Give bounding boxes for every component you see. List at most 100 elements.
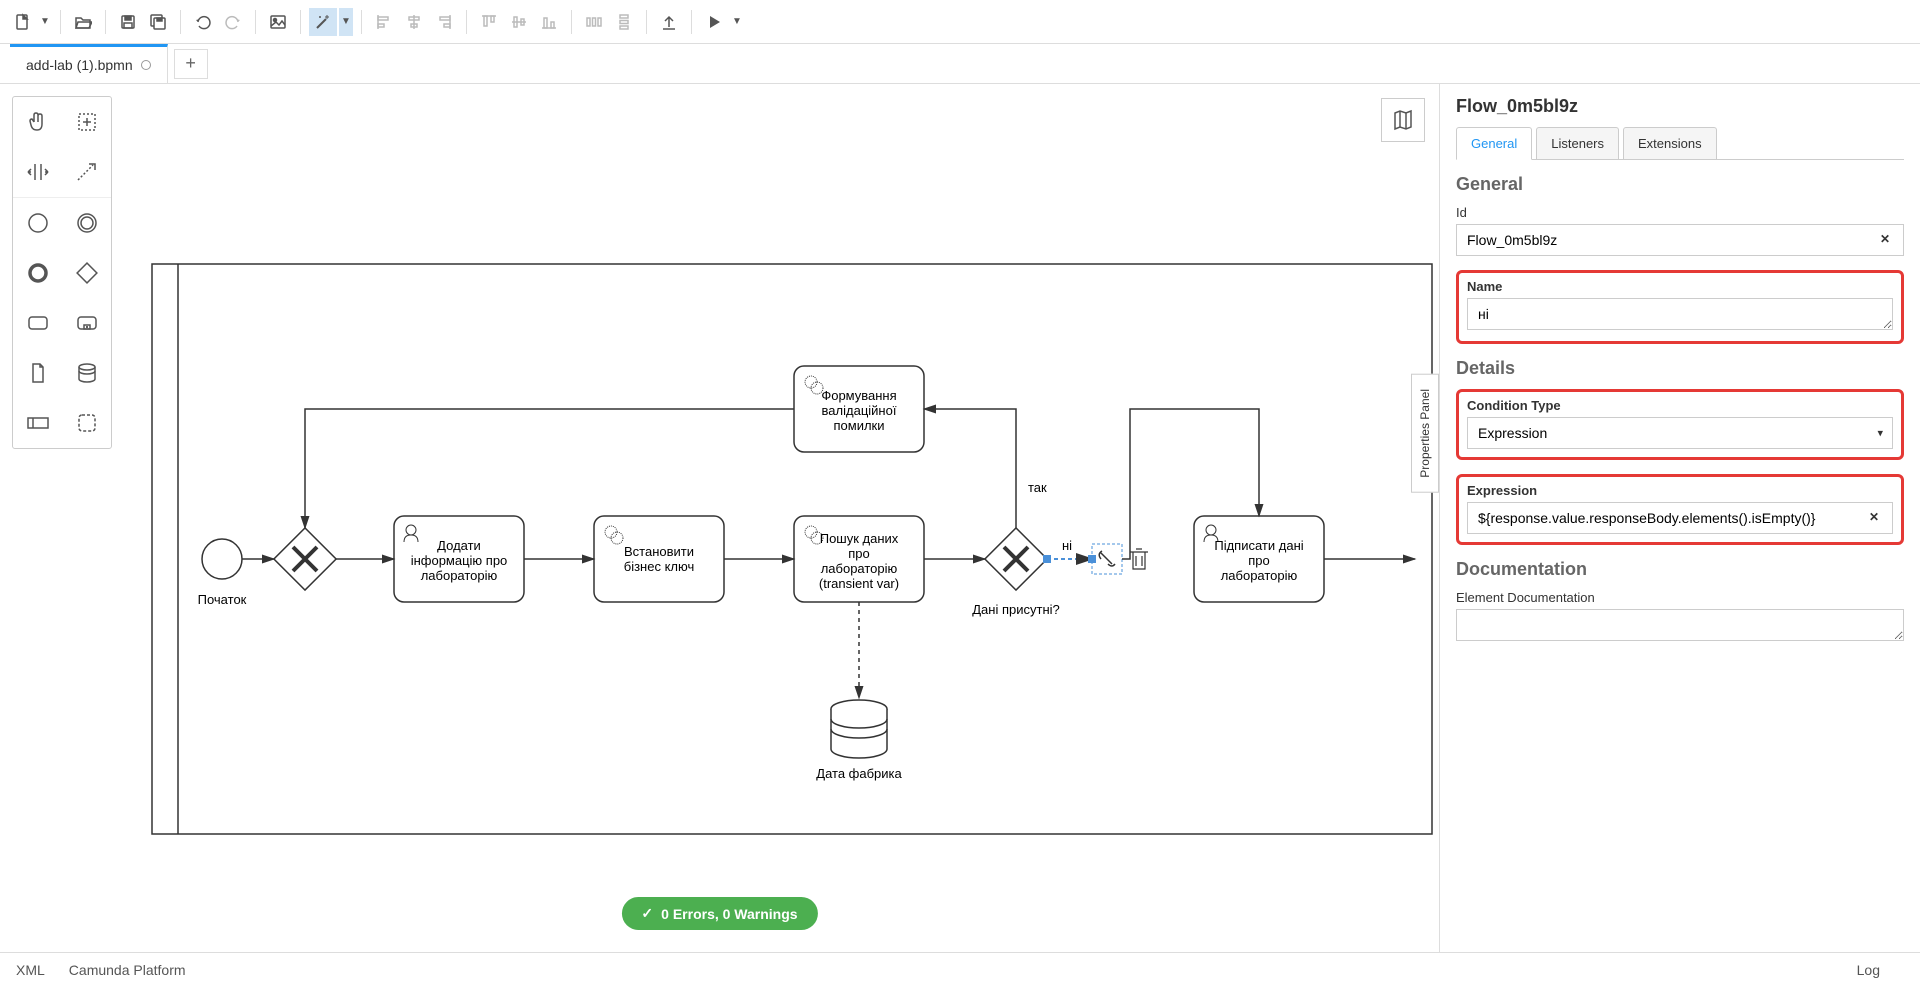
distribute-h-button[interactable]	[580, 8, 608, 36]
tab-listeners[interactable]: Listeners	[1536, 127, 1619, 159]
clear-icon[interactable]: ✕	[1880, 232, 1896, 248]
props-tabs: General Listeners Extensions	[1456, 127, 1904, 160]
separator	[105, 10, 106, 34]
service-task-validation-error[interactable]: Формуваннявалідаційноїпомилки	[794, 366, 924, 452]
element-title: Flow_0m5bl9z	[1456, 96, 1904, 117]
new-file-dropdown[interactable]: ▼	[38, 8, 52, 36]
diagram-canvas[interactable]: Properties Panel Створення лабораторії П…	[0, 84, 1440, 952]
magic-wand-dropdown[interactable]: ▼	[339, 8, 353, 36]
space-tool-icon[interactable]	[13, 147, 62, 197]
file-tabs: add-lab (1).bpmn +	[0, 44, 1920, 84]
user-task-sign-data[interactable]: Підписати даніпролабораторію	[1194, 516, 1324, 602]
svg-text:Пошук данихпролабораторію(tran: Пошук данихпролабораторію(transient var)	[819, 531, 899, 591]
align-right-button[interactable]	[430, 8, 458, 36]
subprocess-icon[interactable]	[62, 298, 111, 348]
tab-general[interactable]: General	[1456, 127, 1532, 160]
redo-button[interactable]	[219, 8, 247, 36]
data-store-label: Дата фабрика	[816, 766, 902, 781]
element-palette	[12, 96, 112, 449]
separator	[466, 10, 467, 34]
condition-type-select[interactable]: Expression	[1467, 417, 1893, 449]
toolbar: ▼ ▼ ▼	[0, 0, 1920, 44]
new-file-button[interactable]	[8, 8, 36, 36]
flow-handle[interactable]	[1088, 555, 1096, 563]
data-store-icon[interactable]	[62, 348, 111, 398]
gateway-icon[interactable]	[62, 248, 111, 298]
play-dropdown[interactable]: ▼	[730, 8, 744, 36]
context-pad[interactable]	[1092, 544, 1148, 574]
platform-label[interactable]: Camunda Platform	[69, 962, 186, 978]
data-object-icon[interactable]	[13, 348, 62, 398]
properties-panel-toggle[interactable]: Properties Panel	[1411, 374, 1439, 493]
tab-label: add-lab (1).bpmn	[26, 57, 133, 73]
flow-no-label: ні	[1062, 538, 1072, 553]
connect-tool-icon[interactable]	[62, 147, 111, 197]
validation-badge[interactable]: ✓ 0 Errors, 0 Warnings	[621, 897, 817, 930]
separator	[646, 10, 647, 34]
lasso-tool-icon[interactable]	[62, 97, 111, 147]
separator	[180, 10, 181, 34]
separator	[571, 10, 572, 34]
image-button[interactable]	[264, 8, 292, 36]
align-center-v-button[interactable]	[505, 8, 533, 36]
flow-yes[interactable]	[924, 409, 1016, 528]
section-details: Details	[1456, 358, 1904, 379]
service-task-business-key[interactable]: Встановитибізнес ключ	[594, 516, 724, 602]
separator	[361, 10, 362, 34]
open-button[interactable]	[69, 8, 97, 36]
properties-panel: Flow_0m5bl9z General Listeners Extension…	[1440, 84, 1920, 952]
bpmn-diagram: Створення лабораторії Початок Додатиінфо…	[0, 84, 1440, 864]
gateway-data-check[interactable]	[985, 528, 1047, 590]
tab-extensions[interactable]: Extensions	[1623, 127, 1717, 159]
expression-input[interactable]	[1467, 502, 1893, 534]
save-button[interactable]	[114, 8, 142, 36]
section-documentation: Documentation	[1456, 559, 1904, 580]
condition-type-label: Condition Type	[1467, 398, 1893, 413]
gateway-merge[interactable]	[274, 528, 336, 590]
id-label: Id	[1456, 205, 1904, 220]
separator	[691, 10, 692, 34]
save-all-button[interactable]	[144, 8, 172, 36]
service-task-search-data[interactable]: Пошук данихпролабораторію(transient var)	[794, 516, 924, 602]
separator	[255, 10, 256, 34]
xml-tab[interactable]: XML	[16, 962, 45, 978]
flow-handle[interactable]	[1043, 555, 1051, 563]
status-bar: XML Camunda Platform Log	[0, 952, 1920, 986]
validation-text: 0 Errors, 0 Warnings	[661, 906, 797, 922]
add-tab-button[interactable]: +	[174, 49, 208, 79]
name-label: Name	[1467, 279, 1893, 294]
start-event-icon[interactable]	[13, 198, 62, 248]
separator	[60, 10, 61, 34]
clear-icon[interactable]: ✕	[1869, 510, 1885, 526]
align-center-h-button[interactable]	[400, 8, 428, 36]
magic-wand-button[interactable]	[309, 8, 337, 36]
separator	[300, 10, 301, 34]
name-input[interactable]: ні	[1467, 298, 1893, 330]
hand-tool-icon[interactable]	[13, 97, 62, 147]
data-store[interactable]	[831, 700, 887, 758]
align-top-button[interactable]	[475, 8, 503, 36]
play-button[interactable]	[700, 8, 728, 36]
unsaved-indicator-icon	[141, 60, 151, 70]
log-tab[interactable]: Log	[1857, 962, 1880, 978]
end-event-icon[interactable]	[13, 248, 62, 298]
check-icon: ✓	[641, 905, 653, 922]
task-icon[interactable]	[13, 298, 62, 348]
flow[interactable]	[305, 409, 794, 528]
align-left-button[interactable]	[370, 8, 398, 36]
group-icon[interactable]	[62, 398, 111, 448]
distribute-v-button[interactable]	[610, 8, 638, 36]
intermediate-event-icon[interactable]	[62, 198, 111, 248]
section-general: General	[1456, 174, 1904, 195]
participant-icon[interactable]	[13, 398, 62, 448]
id-input[interactable]	[1456, 224, 1904, 256]
user-task-add-info[interactable]: Додатиінформацію пролабораторію	[394, 516, 524, 602]
upload-button[interactable]	[655, 8, 683, 36]
undo-button[interactable]	[189, 8, 217, 36]
element-doc-input[interactable]	[1456, 609, 1904, 641]
align-bottom-button[interactable]	[535, 8, 563, 36]
start-event[interactable]	[202, 539, 242, 579]
flow-yes-label: так	[1028, 480, 1047, 495]
element-doc-label: Element Documentation	[1456, 590, 1904, 605]
file-tab[interactable]: add-lab (1).bpmn	[10, 44, 168, 83]
